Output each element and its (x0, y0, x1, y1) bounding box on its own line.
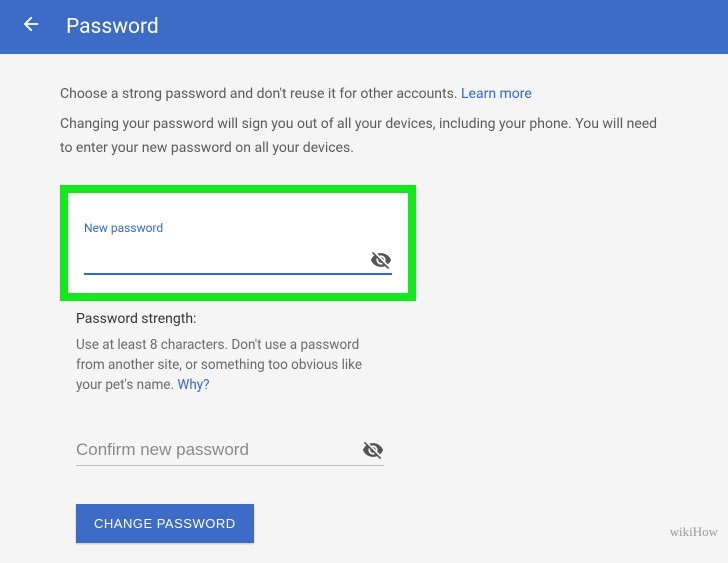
confirm-input-row (76, 439, 384, 466)
new-password-field: New password (68, 193, 408, 293)
strength-description: Use at least 8 characters. Don't use a p… (76, 335, 384, 396)
signout-warning: Changing your password will sign you out… (60, 113, 668, 161)
visibility-off-icon[interactable] (370, 249, 392, 271)
strength-title: Password strength: (76, 311, 384, 327)
strength-desc-text: Use at least 8 characters. Don't use a p… (76, 337, 362, 394)
learn-more-link[interactable]: Learn more (461, 86, 532, 102)
intro-text: Choose a strong password and don't reuse… (60, 84, 668, 105)
visibility-off-icon[interactable] (362, 439, 384, 461)
watermark: wikiHow (670, 524, 718, 540)
why-link[interactable]: Why? (177, 377, 209, 393)
page-title: Password (66, 15, 159, 39)
new-password-input-row (84, 239, 392, 275)
header-bar: Password (0, 0, 728, 54)
content-area: Choose a strong password and don't reuse… (0, 54, 728, 563)
new-password-input[interactable] (84, 251, 370, 268)
password-strength-section: Password strength: Use at least 8 charac… (60, 311, 400, 396)
back-arrow-icon[interactable] (20, 13, 42, 41)
confirm-password-input[interactable] (76, 440, 362, 460)
highlight-box: New password (60, 185, 416, 301)
new-password-label: New password (84, 221, 392, 235)
confirm-password-section (60, 439, 400, 466)
change-password-button[interactable]: CHANGE PASSWORD (76, 504, 254, 543)
intro-main: Choose a strong password and don't reuse… (60, 86, 461, 102)
